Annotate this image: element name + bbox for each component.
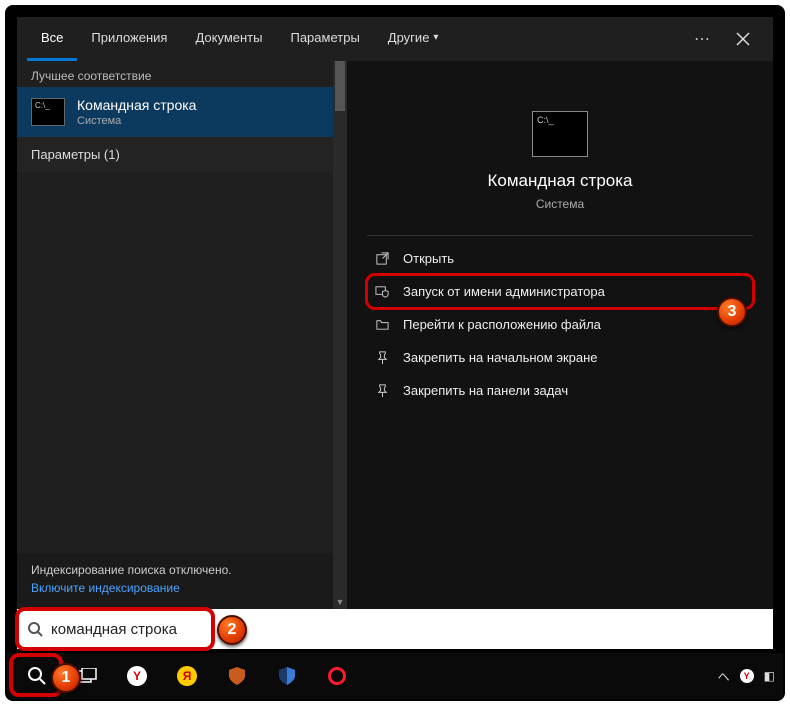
annotation-badge-1: 1 — [51, 663, 81, 693]
scrollbar[interactable]: ▲ ▼ — [333, 61, 347, 609]
action-pin-taskbar[interactable]: Закрепить на панели задач — [367, 374, 753, 407]
tab-documents[interactable]: Документы — [181, 17, 276, 61]
tab-other-label: Другие — [388, 30, 430, 45]
results-list: Лучшее соответствие C:\_ Командная строк… — [17, 61, 347, 609]
divider — [367, 235, 753, 236]
indexing-off-text: Индексирование поиска отключено. — [31, 563, 333, 577]
taskbar-opera[interactable] — [315, 656, 359, 696]
enable-indexing-link[interactable]: Включите индексирование — [31, 581, 180, 595]
result-cmd[interactable]: C:\_ Командная строка Система — [17, 87, 347, 137]
action-open-location[interactable]: Перейти к расположению файла — [367, 308, 753, 341]
folder-icon — [373, 317, 391, 332]
cmd-icon: C:\_ — [31, 98, 65, 126]
search-bar[interactable] — [17, 609, 773, 649]
action-runas-label: Запуск от имени администратора — [403, 284, 605, 299]
action-open[interactable]: Открыть — [367, 242, 753, 275]
tray-yandex-icon[interactable]: Y — [740, 669, 754, 683]
search-input[interactable] — [51, 621, 763, 638]
tab-all[interactable]: Все — [27, 17, 77, 61]
action-pin-start-label: Закрепить на начальном экране — [403, 350, 598, 365]
best-match-label: Лучшее соответствие — [17, 61, 347, 87]
details-subtitle: Система — [367, 197, 753, 211]
taskbar-yandex[interactable]: Я — [165, 656, 209, 696]
scroll-down-icon[interactable]: ▼ — [333, 595, 347, 609]
scroll-thumb[interactable] — [335, 61, 345, 111]
taskbar-app[interactable] — [265, 656, 309, 696]
action-run-as-admin[interactable]: Запуск от имени администратора — [367, 275, 753, 308]
action-pin-start[interactable]: Закрепить на начальном экране — [367, 341, 753, 374]
taskbar-security[interactable] — [215, 656, 259, 696]
chevron-down-icon: ▾ — [433, 32, 438, 43]
open-icon — [373, 251, 391, 266]
settings-results-row[interactable]: Параметры (1) — [17, 137, 347, 172]
filter-tabs: Все Приложения Документы Параметры Други… — [17, 17, 773, 61]
search-icon — [27, 621, 43, 637]
tab-other[interactable]: Другие ▾ — [374, 17, 453, 61]
tray-app-icon[interactable]: ◧ — [764, 669, 775, 683]
annotation-badge-2: 2 — [217, 615, 247, 645]
close-button[interactable] — [723, 17, 763, 61]
pin-icon — [373, 350, 391, 365]
tab-apps[interactable]: Приложения — [77, 17, 181, 61]
result-subtitle: Система — [77, 115, 196, 127]
search-results-window: Все Приложения Документы Параметры Други… — [17, 17, 773, 609]
details-title: Командная строка — [367, 171, 753, 191]
taskbar-yandex-browser[interactable]: Y — [115, 656, 159, 696]
action-goto-label: Перейти к расположению файла — [403, 317, 601, 332]
annotation-badge-3: 3 — [717, 297, 747, 327]
details-pane: C:\_ Командная строка Система Открыть За… — [347, 61, 773, 609]
indexing-notice: Индексирование поиска отключено. Включит… — [17, 553, 347, 609]
action-open-label: Открыть — [403, 251, 454, 266]
admin-shield-icon — [373, 284, 391, 299]
tray-chevron-icon[interactable]: ヘ — [718, 668, 730, 685]
result-title: Командная строка — [77, 97, 196, 113]
action-pin-task-label: Закрепить на панели задач — [403, 383, 568, 398]
tab-settings[interactable]: Параметры — [276, 17, 373, 61]
system-tray[interactable]: ヘ Y ◧ — [718, 668, 775, 685]
pin-taskbar-icon — [373, 383, 391, 398]
cmd-large-icon: C:\_ — [532, 111, 588, 157]
more-options-button[interactable]: ⋯ — [683, 17, 723, 61]
taskbar: Y Я ヘ Y ◧ — [7, 653, 783, 699]
